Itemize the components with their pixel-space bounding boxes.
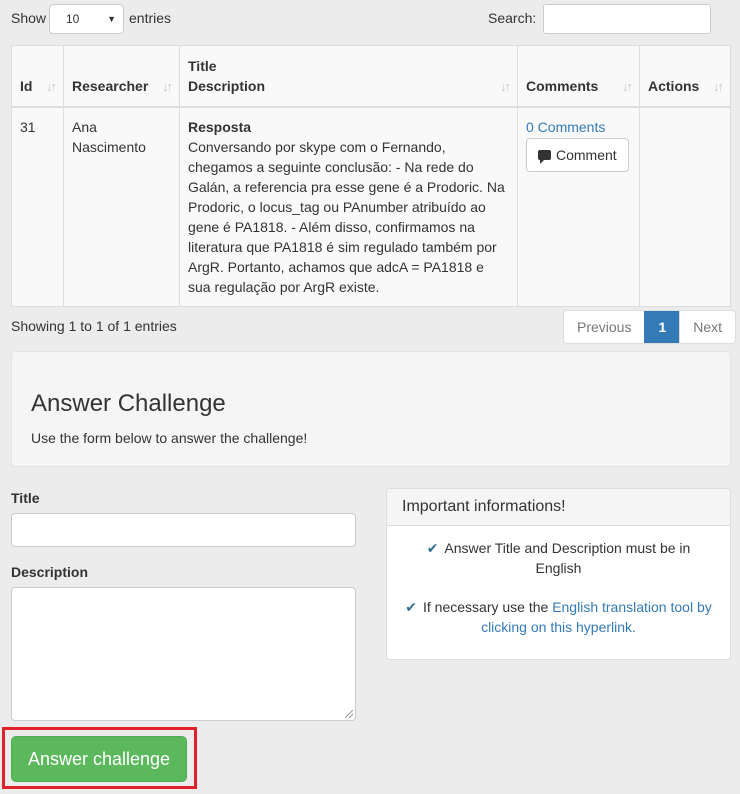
chevron-down-icon: ▼: [107, 14, 116, 24]
section-subtitle: Use the form below to answer the challen…: [31, 430, 308, 446]
cell-id: 31: [11, 106, 64, 307]
cell-title-description: Resposta Conversando por skype com o Fer…: [179, 106, 518, 307]
panel-body: ✔ Answer Title and Description must be in…: [387, 526, 730, 668]
answer-title: Resposta: [188, 119, 252, 135]
column-header-id[interactable]: Id ↓↑: [11, 45, 64, 108]
resize-handle[interactable]: [345, 710, 353, 718]
search-label: Search:: [488, 10, 537, 26]
description-field[interactable]: [11, 587, 356, 721]
entries-select[interactable]: 10 ▼: [49, 4, 124, 34]
table-row: 31 Ana Nascimento Resposta Conversando p…: [11, 106, 731, 307]
entries-label: entries: [129, 10, 172, 26]
answer-description: Conversando por skype com o Fernando, ch…: [188, 139, 505, 295]
column-header-title-description[interactable]: Title Description ↓↑: [179, 45, 518, 108]
important-info-panel: Important informations! ✔ Answer Title an…: [386, 488, 731, 660]
sort-icon: ↓↑: [500, 79, 511, 94]
column-header-comments[interactable]: Comments ↓↑: [517, 45, 640, 108]
search-input[interactable]: [543, 4, 711, 34]
answer-challenge-button[interactable]: Answer challenge: [11, 736, 187, 782]
column-header-researcher[interactable]: Researcher ↓↑: [63, 45, 180, 108]
pagination-page-1[interactable]: 1: [644, 311, 680, 343]
pagination-previous[interactable]: Previous: [564, 311, 644, 343]
sort-icon: ↓↑: [622, 79, 633, 94]
pagination-next[interactable]: Next: [679, 311, 735, 343]
check-icon: ✔: [426, 540, 439, 556]
column-header-actions[interactable]: Actions ↓↑: [639, 45, 731, 108]
table-header-row: Id ↓↑ Researcher ↓↑ Title Description ↓↑…: [11, 45, 731, 108]
table-info: Showing 1 to 1 of 1 entries: [11, 318, 177, 334]
answer-challenge-section: Answer Challenge Use the form below to a…: [11, 351, 731, 467]
comment-button[interactable]: Comment: [526, 138, 629, 172]
info-item: ✔ If necessary use the English translatio…: [405, 599, 712, 635]
panel-heading: Important informations!: [387, 489, 730, 526]
description-label: Description: [11, 564, 89, 580]
pagination: Previous 1 Next: [563, 310, 737, 344]
title-field[interactable]: [11, 513, 356, 547]
cell-actions: [639, 106, 731, 307]
challenge-answers-table: Id ↓↑ Researcher ↓↑ Title Description ↓↑…: [11, 45, 731, 307]
sort-icon: ↓↑: [713, 79, 724, 94]
sort-icon: ↓↑: [46, 79, 57, 94]
comments-link[interactable]: 0 Comments: [526, 119, 605, 135]
cell-comments: 0 Comments Comment: [517, 106, 640, 307]
section-title: Answer Challenge: [31, 390, 226, 417]
cell-researcher: Ana Nascimento: [63, 106, 180, 307]
info-item: ✔ Answer Title and Description must be in…: [426, 540, 691, 576]
check-icon: ✔: [405, 599, 417, 615]
title-label: Title: [11, 490, 40, 506]
show-label: Show: [11, 10, 47, 26]
entries-select-value: 10: [66, 12, 80, 26]
sort-icon: ↓↑: [162, 79, 173, 94]
table-controls: Show 10 ▼ entries Search:: [11, 4, 731, 34]
comment-icon: [538, 150, 551, 164]
